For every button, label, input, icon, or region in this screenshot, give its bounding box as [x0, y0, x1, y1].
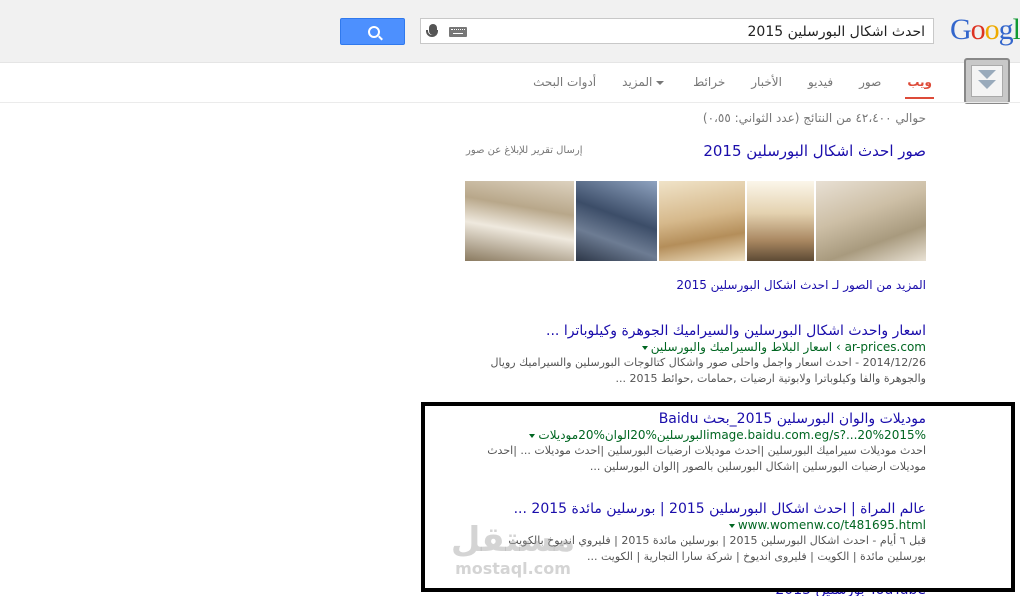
tab-more-label: المزيد [622, 75, 653, 89]
search-tabs: ويب صور فيديو الأخبار خرائط المزيد أدوات… [507, 62, 934, 102]
result-title-link[interactable]: YouTube بورسلين 2015 [526, 588, 926, 596]
watermark-arabic: مستقل [450, 520, 576, 560]
tab-web[interactable]: ويب [905, 65, 934, 99]
microphone-icon[interactable] [426, 24, 438, 37]
top-bar: Googl [0, 0, 1020, 63]
divider [0, 102, 1020, 103]
search-box[interactable] [420, 18, 934, 44]
image-thumbnail[interactable] [465, 181, 574, 261]
watermark-logo: مستقل mostaql.com [448, 520, 578, 588]
result-url-text: ar-prices.com [844, 340, 926, 354]
search-result-partial: YouTube بورسلين 2015 [526, 588, 926, 596]
search-input[interactable] [483, 21, 927, 43]
result-title-link[interactable]: اسعار واحدث اشكال البورسلين والسيراميك ا… [466, 323, 926, 339]
keyboard-icon[interactable] [449, 27, 467, 37]
image-thumbnail[interactable] [575, 181, 658, 261]
result-breadcrumb: اسعار البلاط والسيراميك والبورسلين [650, 340, 833, 354]
image-thumbnail[interactable] [816, 181, 926, 261]
tab-news[interactable]: الأخبار [751, 65, 782, 99]
result-title-link[interactable]: موديلات والوان البورسلين 2015_بحث Baidu [466, 411, 926, 427]
tab-videos[interactable]: فيديو [808, 65, 833, 99]
result-snippet: احدث موديلات سيراميك البورسلين |احدث مود… [487, 444, 926, 457]
tab-search-tools[interactable]: أدوات البحث [533, 65, 596, 99]
result-url: ar-prices.com › اسعار البلاط والسيراميك … [466, 339, 926, 355]
caret-down-icon[interactable] [641, 345, 648, 350]
caret-down-icon[interactable] [529, 433, 536, 438]
more-images-link[interactable]: المزيد من الصور لـ احدث اشكال البورسلين … [676, 278, 926, 292]
result-snippet: موديلات ارضيات البورسلين |اشكال البورسلي… [589, 460, 926, 473]
google-logo[interactable]: Googl [950, 13, 1020, 47]
search-button[interactable] [340, 18, 405, 45]
search-result: موديلات والوان البورسلين 2015_بحث Baidu … [466, 411, 926, 475]
tab-maps[interactable]: خرائط [693, 65, 725, 99]
result-stats: حوالي ٤٢،٤٠٠ من النتائج (عدد الثواني: ٠،… [702, 111, 926, 125]
image-thumbnail[interactable] [659, 181, 745, 261]
tab-images[interactable]: صور [859, 65, 881, 99]
result-snippet: 2014/12/26 - احدث اسعار واجمل واحلى صور … [490, 356, 926, 369]
result-url-text: www.womenw.co/t481695.html [737, 518, 926, 532]
image-thumbnail[interactable] [746, 181, 815, 261]
images-header: صور احدث اشكال البورسلين 2015 إرسال تقري… [466, 142, 926, 160]
caret-down-icon[interactable] [728, 523, 735, 528]
result-title-link[interactable]: عالم المراة | احدث اشكال البورسلين 2015 … [466, 501, 926, 517]
result-url-text: image.baidu.com.eg/s?...20%2015%البورسلي… [538, 428, 926, 442]
search-icon [368, 26, 380, 38]
report-images-link[interactable]: إرسال تقرير للإبلاغ عن صور [466, 145, 582, 156]
tab-more[interactable]: المزيد [622, 65, 667, 99]
caret-down-icon [656, 80, 665, 85]
search-result: اسعار واحدث اشكال البورسلين والسيراميك ا… [466, 323, 926, 387]
image-thumbnails [465, 181, 926, 261]
watermark-latin: mostaql.com [455, 559, 571, 578]
result-snippet: والجوهرة والفا وكيلوباترا ولابوتية ارضيا… [615, 372, 926, 385]
scroll-down-icon[interactable] [964, 58, 1010, 104]
result-url: image.baidu.com.eg/s?...20%2015%البورسلي… [466, 427, 926, 443]
